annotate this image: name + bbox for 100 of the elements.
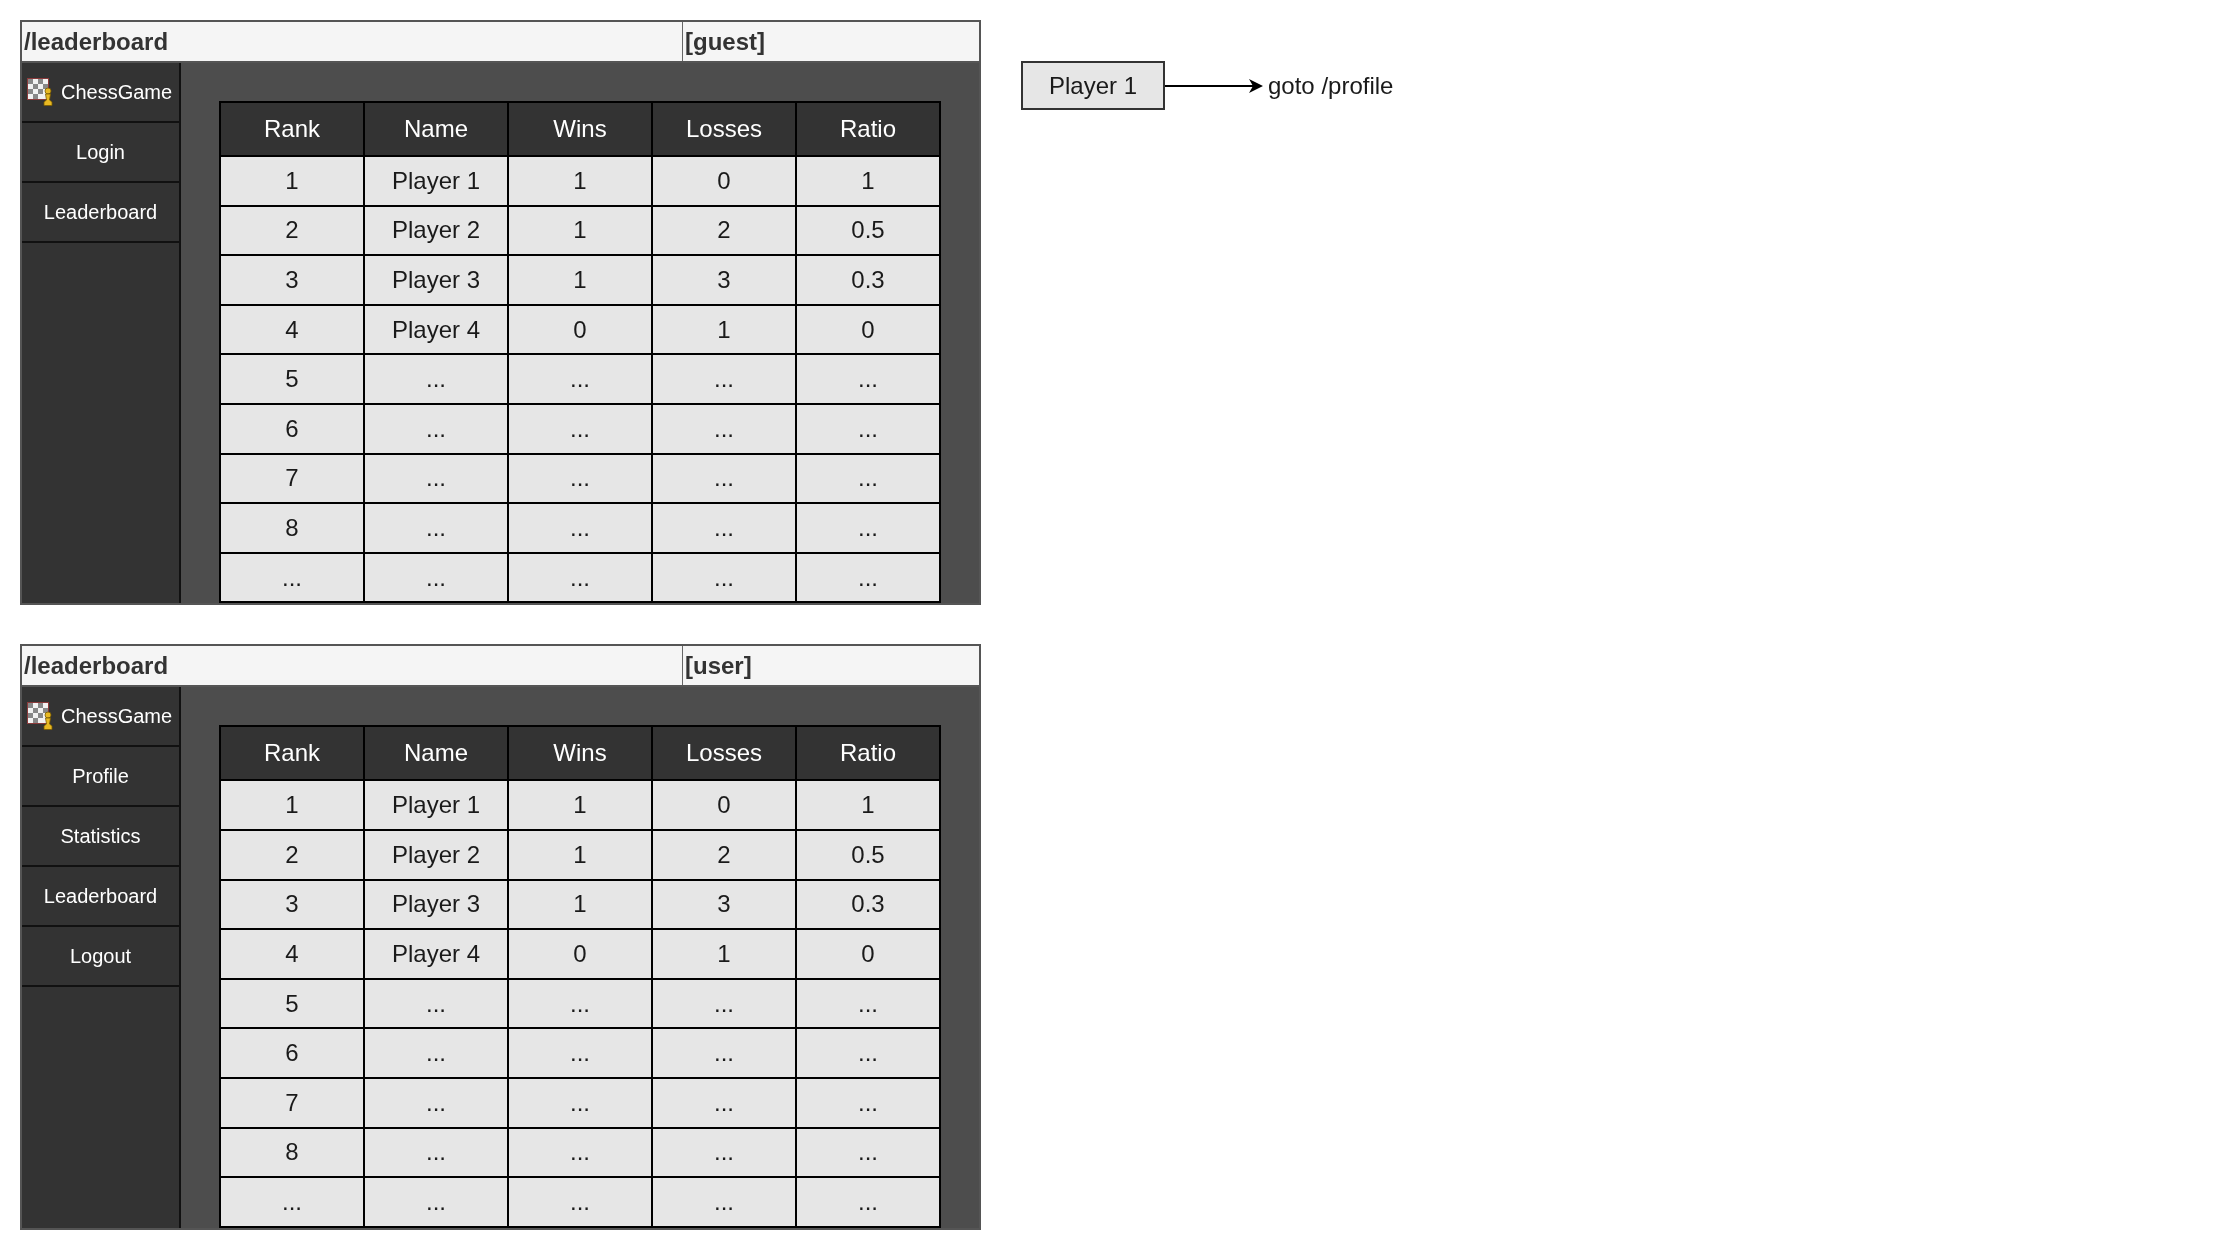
table-cell: ...	[364, 354, 508, 404]
table-cell: ...	[796, 1177, 940, 1227]
table-cell: 3	[220, 255, 364, 305]
sidebar-item[interactable]: Profile	[22, 747, 179, 808]
table-cell: ...	[508, 403, 652, 454]
table-cell: 1	[508, 205, 652, 256]
table-cell: ...	[796, 1127, 940, 1178]
table-cell: ...	[364, 453, 508, 504]
home-link[interactable]: ChessGame	[22, 63, 179, 123]
table-cell: 0.3	[796, 255, 940, 305]
table-cell: 7	[220, 453, 364, 504]
table-cell: ...	[364, 1028, 508, 1078]
table-cell: 5	[220, 978, 364, 1029]
table-cell: ...	[508, 552, 652, 603]
table-cell: 0	[652, 156, 796, 206]
action-label: goto /profile	[1268, 71, 1394, 100]
table-cell: 1	[220, 156, 364, 206]
table-cell: ...	[652, 1177, 796, 1227]
table-cell: Player 4	[364, 929, 508, 979]
table-cell: 1	[508, 255, 652, 305]
table-cell: ...	[796, 503, 940, 553]
table-cell: ...	[220, 552, 364, 603]
table-cell: ...	[796, 453, 940, 504]
table-cell: 3	[652, 879, 796, 930]
table-cell: ...	[652, 1127, 796, 1178]
role-label: [guest]	[685, 27, 765, 56]
table-cell: 1	[508, 780, 652, 830]
sidebar-item[interactable]: Statistics	[22, 807, 179, 868]
table-cell: 8	[220, 1127, 364, 1178]
table-cell: 1	[220, 780, 364, 830]
table-cell: ...	[796, 354, 940, 404]
chessboard-pawn-icon	[27, 78, 55, 106]
table-cell: 0.5	[796, 205, 940, 256]
table-cell: ...	[796, 403, 940, 454]
table-cell: 0.3	[796, 879, 940, 930]
table-cell: ...	[508, 503, 652, 553]
table-cell: ...	[652, 403, 796, 454]
table-cell: ...	[652, 552, 796, 603]
table-cell: Player 4	[364, 304, 508, 355]
route-title: /leaderboard	[24, 651, 169, 680]
table-cell: ...	[508, 1028, 652, 1078]
table-cell: 0.5	[796, 829, 940, 880]
table-cell: Player 3	[364, 255, 508, 305]
table-cell: Player 1	[364, 156, 508, 206]
table-cell: 4	[220, 304, 364, 355]
table-cell: ...	[508, 1077, 652, 1128]
chessboard-pawn-icon	[27, 702, 55, 731]
table-cell: ...	[796, 552, 940, 603]
table-cell: 0	[508, 304, 652, 355]
table-cell: ...	[796, 1028, 940, 1078]
table-cell: ...	[652, 1077, 796, 1128]
table-cell: ...	[364, 978, 508, 1029]
table-cell: 0	[508, 929, 652, 979]
column-header: Name	[364, 726, 508, 781]
table-cell: ...	[364, 1127, 508, 1178]
column-header: Name	[364, 102, 508, 156]
table-cell: 6	[220, 1028, 364, 1078]
table-cell: ...	[220, 1177, 364, 1227]
table-cell: 1	[796, 156, 940, 206]
sidebar-item[interactable]: Login	[22, 123, 179, 183]
table-cell: 1	[508, 879, 652, 930]
table-cell: 1	[796, 780, 940, 830]
table-cell: ...	[652, 354, 796, 404]
table-cell: 2	[220, 205, 364, 256]
table-cell: Player 2	[364, 829, 508, 880]
table-cell: ...	[796, 1077, 940, 1128]
table-cell: 3	[652, 255, 796, 305]
table-cell: ...	[364, 552, 508, 603]
column-header: Ratio	[796, 102, 940, 156]
role-label: [user]	[685, 651, 752, 680]
table-cell: Player 1	[364, 780, 508, 830]
table-cell: 2	[220, 829, 364, 880]
table-cell: Player 3	[364, 879, 508, 930]
sidebar-item[interactable]: Logout	[22, 927, 179, 988]
table-cell: 2	[652, 205, 796, 256]
table-cell: 7	[220, 1077, 364, 1128]
column-header: Wins	[508, 102, 652, 156]
table-cell: ...	[652, 453, 796, 504]
table-cell: 1	[508, 829, 652, 880]
table-cell: 4	[220, 929, 364, 979]
home-link[interactable]: ChessGame	[22, 687, 179, 748]
table-cell: ...	[508, 1127, 652, 1178]
table-cell: 1	[652, 929, 796, 979]
table-cell: ...	[508, 354, 652, 404]
player-node: Player 1	[1021, 61, 1165, 110]
table-cell: ...	[508, 1177, 652, 1227]
table-cell: 0	[796, 304, 940, 355]
sidebar-item[interactable]: Leaderboard	[22, 183, 179, 243]
column-header: Rank	[220, 726, 364, 781]
table-cell: ...	[652, 503, 796, 553]
table-cell: 1	[652, 304, 796, 355]
table-cell: ...	[508, 453, 652, 504]
sidebar-item[interactable]: Leaderboard	[22, 867, 179, 928]
table-cell: 1	[508, 156, 652, 206]
table-cell: Player 2	[364, 205, 508, 256]
table-cell: ...	[364, 1177, 508, 1227]
column-header: Ratio	[796, 726, 940, 781]
table-cell: ...	[364, 403, 508, 454]
route-title: /leaderboard	[24, 27, 169, 56]
table-cell: ...	[508, 978, 652, 1029]
